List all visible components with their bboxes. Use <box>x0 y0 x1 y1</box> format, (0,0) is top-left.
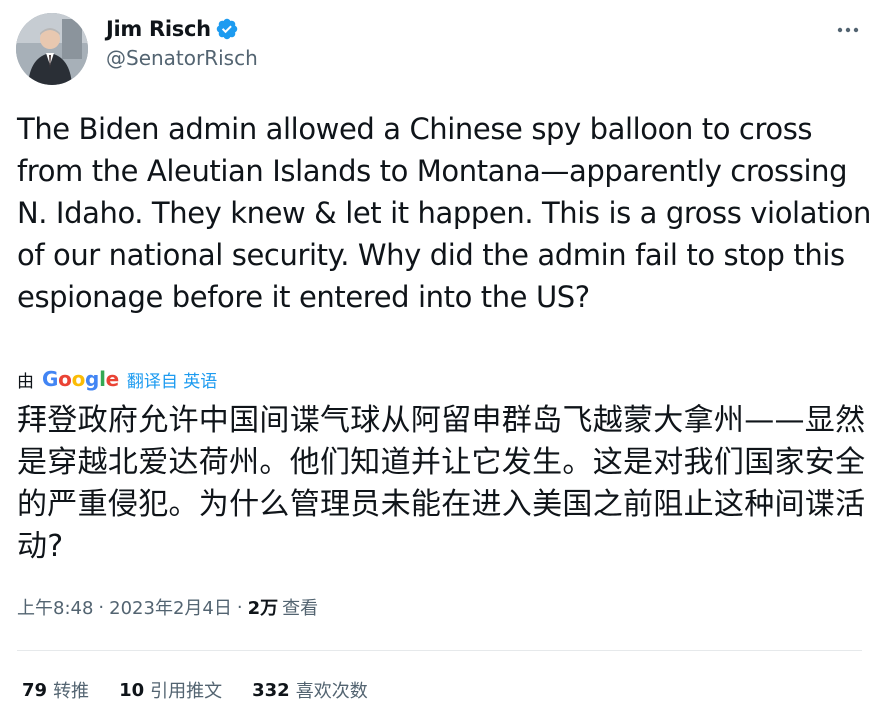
retweets-stat[interactable]: 79 转推 <box>22 677 89 703</box>
verified-badge-icon <box>215 17 239 41</box>
quotes-count: 10 <box>119 679 145 701</box>
google-logo: Google <box>42 367 119 391</box>
author-handle[interactable]: @SenatorRisch <box>106 46 258 70</box>
author-name-row[interactable]: Jim Risch <box>106 14 239 44</box>
meta-separator: · <box>98 596 105 618</box>
engagement-stats: 79 转推 10 引用推文 332 喜欢次数 <box>22 676 398 704</box>
tweet-meta: 上午8:48 · 2023年2月4日 · 2万 查看 <box>17 594 318 620</box>
meta-separator: · <box>236 596 243 618</box>
avatar[interactable] <box>16 13 88 85</box>
tweet-date[interactable]: 2023年2月4日 <box>109 594 232 620</box>
quotes-stat[interactable]: 10 引用推文 <box>119 677 222 703</box>
tweet-text: The Biden admin allowed a Chinese spy ba… <box>17 112 872 314</box>
person-photo-icon <box>16 13 88 85</box>
tweet-detail: Jim Risch @SenatorRisch The Biden admin … <box>0 0 896 728</box>
likes-count: 332 <box>252 679 290 701</box>
divider <box>17 650 862 651</box>
views-count: 2万 <box>247 598 279 619</box>
translated-from-link[interactable]: 翻译自 英语 <box>127 367 217 392</box>
retweets-label: 转推 <box>53 681 90 702</box>
retweets-count: 79 <box>22 679 48 701</box>
display-name[interactable]: Jim Risch <box>106 17 211 41</box>
likes-label: 喜欢次数 <box>295 681 368 702</box>
more-options-icon[interactable] <box>834 18 862 42</box>
quotes-label: 引用推文 <box>150 681 223 702</box>
views-label: 查看 <box>282 598 319 619</box>
translated-text: 拜登政府允许中国间谍气球从阿留申群岛飞越蒙大拿州——显然是穿越北爱达荷州。他们知… <box>17 403 866 564</box>
likes-stat[interactable]: 332 喜欢次数 <box>252 677 368 703</box>
tweet-time[interactable]: 上午8:48 <box>17 594 93 620</box>
translated-by-label: 由 <box>17 371 34 392</box>
translation-attribution: 由 Google 翻译自 英语 <box>17 366 217 392</box>
